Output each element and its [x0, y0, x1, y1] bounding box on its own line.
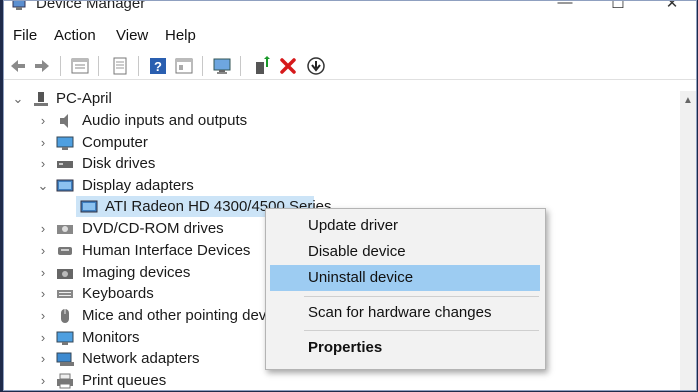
- chevron-right-icon[interactable]: ›: [37, 284, 49, 304]
- tree-item-audio[interactable]: › Audio inputs and outputs: [4, 111, 304, 131]
- menu-item-label: Properties: [308, 339, 383, 356]
- menu-separator: [304, 296, 539, 297]
- network-icon: [56, 352, 74, 366]
- menu-action[interactable]: Action: [54, 27, 96, 44]
- computer-icon: [56, 136, 74, 150]
- svg-text:?: ?: [154, 59, 162, 74]
- toolbar-separator: [60, 56, 61, 76]
- chevron-right-icon[interactable]: ›: [37, 219, 49, 239]
- tree-item-label: Monitors: [82, 329, 140, 346]
- chevron-right-icon[interactable]: ›: [37, 306, 49, 326]
- tree-item-label: Print queues: [82, 372, 167, 389]
- tree-item-label: Imaging devices: [82, 264, 191, 281]
- tree-item-label: Disk drives: [82, 155, 156, 172]
- display-adapter-icon: [80, 200, 98, 213]
- tree-root-label: PC-April: [56, 90, 112, 107]
- chevron-right-icon[interactable]: ›: [37, 263, 49, 283]
- tree-item-dvd[interactable]: › DVD/CD-ROM drives: [4, 219, 304, 239]
- tree-item-mice[interactable]: › Mice and other pointing devi: [4, 306, 304, 326]
- forward-icon[interactable]: [32, 56, 52, 76]
- menu-item-properties[interactable]: Properties: [270, 335, 540, 361]
- keyboard-icon: [57, 290, 73, 298]
- menu-item-label: Uninstall device: [308, 269, 414, 286]
- menu-item-label: Disable device: [308, 243, 406, 260]
- chevron-right-icon[interactable]: ›: [37, 328, 49, 348]
- vertical-scrollbar[interactable]: ▲: [680, 91, 696, 390]
- minimize-button[interactable]: —: [552, 1, 578, 14]
- chevron-right-icon[interactable]: ›: [37, 371, 49, 390]
- printer-icon: [57, 373, 73, 389]
- tree-item-keyboards[interactable]: › Keyboards: [4, 284, 304, 304]
- menu-file[interactable]: File: [13, 27, 37, 44]
- tree-item-disk-drives[interactable]: › Disk drives: [4, 154, 304, 174]
- toolbar-separator: [98, 56, 99, 76]
- update-driver-icon[interactable]: [252, 56, 272, 76]
- tree-root[interactable]: ⌄ PC-April: [4, 89, 304, 109]
- tree-item-hid[interactable]: › Human Interface Devices: [4, 241, 304, 261]
- properties-icon[interactable]: [70, 56, 90, 76]
- tree-item-label: Display adapters: [82, 177, 194, 194]
- mouse-icon: [61, 309, 69, 323]
- chevron-down-icon[interactable]: ⌄: [37, 176, 49, 196]
- context-menu: Update driver Disable device Uninstall d…: [265, 208, 546, 370]
- device-manager-window: Device Manager — ☐ ✕ File Action View He…: [3, 0, 697, 391]
- tree-item-label: Mice and other pointing devi: [82, 307, 270, 324]
- back-icon[interactable]: [8, 56, 28, 76]
- tree-item-label: Audio inputs and outputs: [82, 112, 248, 129]
- chevron-right-icon[interactable]: ›: [37, 241, 49, 261]
- chevron-right-icon[interactable]: ›: [37, 133, 49, 153]
- monitor-scan-icon[interactable]: [212, 56, 232, 76]
- toolbar-separator: [138, 56, 139, 76]
- chevron-right-icon[interactable]: ›: [37, 154, 49, 174]
- maximize-button[interactable]: ☐: [605, 1, 631, 14]
- download-icon[interactable]: [306, 56, 326, 76]
- menu-item-update-driver[interactable]: Update driver: [270, 213, 540, 239]
- view-icon[interactable]: [174, 56, 194, 76]
- tree-item-computer[interactable]: › Computer: [4, 133, 304, 153]
- menu-item-label: Scan for hardware changes: [308, 304, 492, 321]
- pc-icon: [34, 92, 48, 106]
- menu-item-uninstall-device[interactable]: Uninstall device: [270, 265, 540, 291]
- menu-help[interactable]: Help: [165, 27, 196, 44]
- uninstall-icon[interactable]: [278, 56, 298, 76]
- tree-item-print-queues[interactable]: › Print queues: [4, 371, 304, 390]
- chevron-right-icon[interactable]: ›: [37, 111, 49, 131]
- disk-icon: [57, 161, 73, 168]
- device-manager-icon: [12, 1, 26, 10]
- menu-view[interactable]: View: [116, 27, 148, 44]
- window-title: Device Manager: [36, 0, 146, 12]
- tree-item-imaging[interactable]: › Imaging devices: [4, 263, 304, 283]
- chevron-down-icon[interactable]: ⌄: [12, 89, 24, 109]
- tree-item-label: Computer: [82, 134, 148, 151]
- scroll-up-icon[interactable]: ▲: [680, 95, 696, 107]
- monitor-icon: [56, 331, 74, 345]
- chevron-right-icon[interactable]: ›: [37, 349, 49, 369]
- help-icon[interactable]: ?: [148, 56, 168, 76]
- hid-icon: [58, 247, 72, 255]
- tree-item-label: Keyboards: [82, 285, 154, 302]
- tree-item-label: Human Interface Devices: [82, 242, 251, 259]
- close-button[interactable]: ✕: [659, 1, 685, 14]
- menu-item-disable-device[interactable]: Disable device: [270, 239, 540, 265]
- menu-bar: File Action View Help: [4, 25, 696, 49]
- speaker-icon: [60, 114, 68, 128]
- toolbar-separator: [202, 56, 203, 76]
- menu-separator: [304, 330, 539, 331]
- dvd-icon: [57, 225, 73, 234]
- tree-item-label: DVD/CD-ROM drives: [82, 220, 224, 237]
- camera-icon: [57, 269, 73, 279]
- menu-item-label: Update driver: [308, 217, 399, 234]
- menu-item-scan-hardware[interactable]: Scan for hardware changes: [270, 300, 540, 326]
- tree-item-label: Network adapters: [82, 350, 200, 367]
- toolbar-separator: [240, 56, 241, 76]
- tree-item-network[interactable]: › Network adapters: [4, 349, 304, 369]
- title-bar: Device Manager — ☐ ✕: [4, 1, 696, 17]
- tree-item-monitors[interactable]: › Monitors: [4, 328, 304, 348]
- show-hidden-icon[interactable]: [110, 56, 130, 76]
- toolbar: ?: [4, 53, 696, 80]
- tree-item-display-adapters[interactable]: ⌄ Display adapters: [4, 176, 304, 196]
- display-adapter-icon: [56, 179, 74, 192]
